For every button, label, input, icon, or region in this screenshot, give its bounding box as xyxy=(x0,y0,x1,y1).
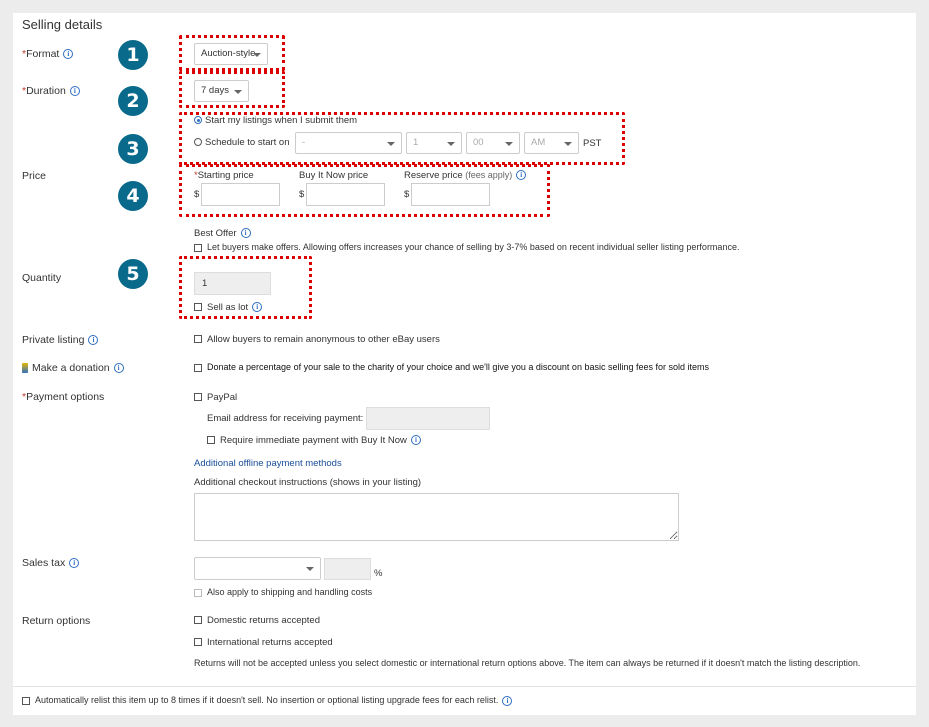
info-icon[interactable]: i xyxy=(69,86,80,97)
domestic-returns-label: Domestic returns accepted xyxy=(207,615,320,626)
paypal-email-input[interactable] xyxy=(366,407,490,430)
checkbox-icon[interactable] xyxy=(194,363,202,372)
paypal-checkbox[interactable]: PayPal xyxy=(194,392,237,403)
private-listing-label: Private listing i xyxy=(22,334,99,346)
best-offer-checkbox[interactable]: Let buyers make offers. Allowing offers … xyxy=(194,242,739,252)
return-options-label: Return options xyxy=(22,615,91,627)
price-label: Price xyxy=(22,170,46,182)
donation-checkbox-label: Donate a percentage of your sale to the … xyxy=(207,362,710,372)
best-offer-checkbox-label: Let buyers make offers. Allowing offers … xyxy=(207,242,740,252)
checkout-instructions-textarea[interactable] xyxy=(194,493,679,541)
donation-text: Make a donation xyxy=(32,362,110,374)
best-offer-label: Best Offer i xyxy=(194,228,251,239)
private-listing-checkbox-label: Allow buyers to remain anonymous to othe… xyxy=(207,334,440,345)
checkbox-icon[interactable] xyxy=(194,616,202,625)
info-icon[interactable]: i xyxy=(502,695,513,706)
sales-tax-text: Sales tax xyxy=(22,557,66,569)
percent-symbol: % xyxy=(374,568,383,579)
info-icon[interactable]: i xyxy=(240,228,251,239)
payment-options-text: Payment options xyxy=(26,391,105,403)
checkbox-icon[interactable] xyxy=(194,638,202,647)
step-badge-3: 3 xyxy=(118,134,148,164)
info-icon[interactable]: i xyxy=(69,558,80,569)
sales-tax-rate-input[interactable] xyxy=(324,558,371,580)
step-badge-1: 1 xyxy=(118,40,148,70)
immediate-payment-checkbox[interactable]: Require immediate payment with Buy It No… xyxy=(207,435,421,446)
chevron-down-icon xyxy=(306,567,314,571)
payment-options-label: *Payment options xyxy=(22,391,104,403)
auto-relist-label: Automatically relist this item up to 8 t… xyxy=(35,695,499,705)
private-listing-checkbox[interactable]: Allow buyers to remain anonymous to othe… xyxy=(194,334,440,345)
step-badge-2: 2 xyxy=(118,86,148,116)
section-title: Selling details xyxy=(22,17,103,32)
quantity-label: Quantity xyxy=(22,272,62,284)
offline-payment-link[interactable]: Additional offline payment methods xyxy=(194,458,342,469)
duration-label: *Duration i xyxy=(22,85,80,97)
donation-checkbox[interactable]: Donate a percentage of your sale to the … xyxy=(194,362,709,372)
highlight-box-format xyxy=(179,35,285,71)
highlight-box-duration xyxy=(179,71,285,108)
checkout-instructions-label: Additional checkout instructions (shows … xyxy=(194,477,422,488)
checkbox-icon[interactable] xyxy=(194,335,202,344)
sales-tax-state-select[interactable] xyxy=(194,557,321,580)
format-label-text: Format xyxy=(26,48,60,60)
info-icon[interactable]: i xyxy=(113,363,124,374)
checkbox-icon[interactable] xyxy=(22,696,30,705)
sales-tax-label: Sales tax i xyxy=(22,557,80,569)
highlight-box-schedule xyxy=(179,112,625,165)
auto-relist-checkbox[interactable]: Automatically relist this item up to 8 t… xyxy=(22,695,513,706)
info-icon[interactable]: i xyxy=(63,49,74,60)
info-icon[interactable]: i xyxy=(88,335,99,346)
info-icon[interactable]: i xyxy=(410,435,421,446)
returns-note: Returns will not be accepted unless you … xyxy=(194,658,861,668)
paypal-email-label: Email address for receiving payment: xyxy=(207,413,364,424)
highlight-box-price xyxy=(179,164,550,217)
donation-label: Make a donation i xyxy=(22,362,124,374)
checkbox-icon[interactable] xyxy=(194,243,202,252)
international-returns-checkbox[interactable]: International returns accepted xyxy=(194,637,333,648)
section-divider xyxy=(13,686,916,687)
paypal-label: PayPal xyxy=(207,392,238,403)
checkbox-icon[interactable] xyxy=(194,393,202,402)
immediate-payment-label: Require immediate payment with Buy It No… xyxy=(220,435,407,446)
charity-ribbon-icon xyxy=(22,363,28,374)
apply-shipping-tax-checkbox[interactable]: Also apply to shipping and handling cost… xyxy=(194,587,372,597)
duration-label-text: Duration xyxy=(26,85,66,97)
private-listing-text: Private listing xyxy=(22,334,85,346)
apply-shipping-tax-label: Also apply to shipping and handling cost… xyxy=(207,587,373,597)
step-badge-4: 4 xyxy=(118,181,148,211)
highlight-box-quantity xyxy=(179,256,312,319)
checkbox-icon[interactable] xyxy=(207,436,215,445)
international-returns-label: International returns accepted xyxy=(207,637,333,648)
domestic-returns-checkbox[interactable]: Domestic returns accepted xyxy=(194,615,320,626)
format-label: *Format i xyxy=(22,48,74,60)
checkbox-icon[interactable] xyxy=(194,588,202,597)
best-offer-text: Best Offer xyxy=(194,228,237,239)
step-badge-5: 5 xyxy=(118,259,148,289)
